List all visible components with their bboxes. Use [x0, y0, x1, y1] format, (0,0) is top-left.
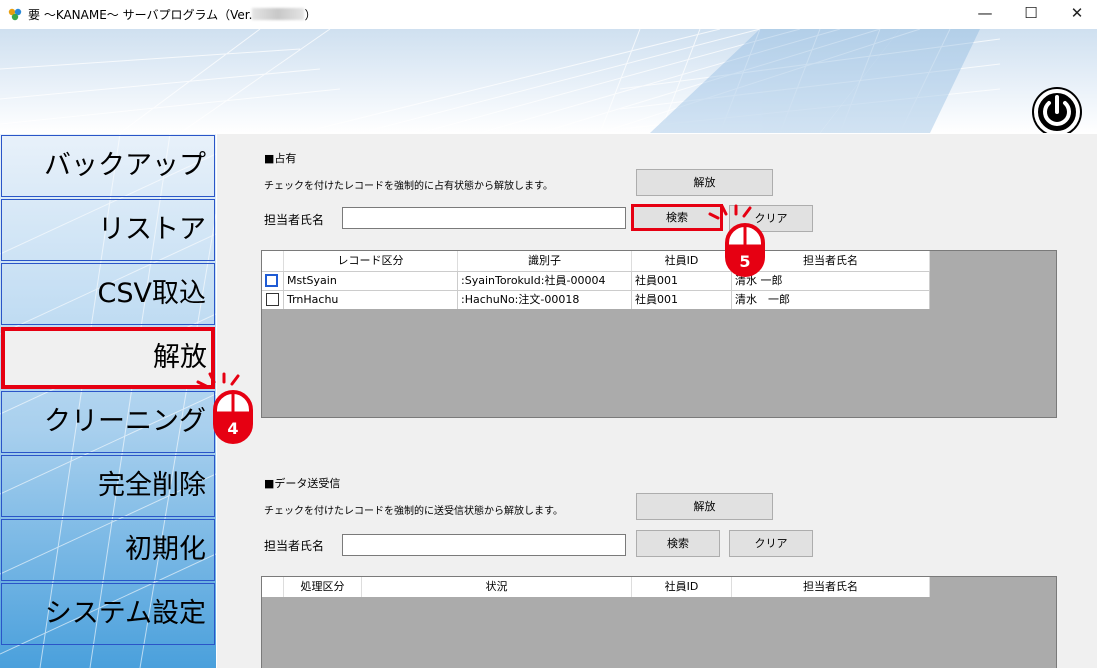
sidebar-item-restore[interactable]: リストア: [1, 199, 215, 261]
window-title: 要 〜KANAME〜 サーバプログラム（Ver.）: [28, 8, 317, 22]
column-header[interactable]: 社員ID: [632, 251, 732, 271]
occupied-release-button[interactable]: 解放: [636, 169, 773, 196]
occupied-person-label: 担当者氏名: [264, 213, 325, 227]
column-header[interactable]: 状況: [362, 577, 632, 597]
row-checkbox[interactable]: [266, 293, 279, 306]
app-logo-icon: [8, 8, 22, 21]
table-cell: TrnHachu: [284, 290, 458, 309]
step-number: 5: [739, 252, 751, 271]
occupied-description: チェックを付けたレコードを強制的に占有状態から解放します。: [264, 181, 553, 192]
sidebar: バックアップ リストア CSV取込 解放 クリーニング 完全削除 初期化 システ…: [0, 134, 216, 668]
minimize-button[interactable]: —: [962, 0, 1008, 28]
column-header[interactable]: 識別子: [458, 251, 632, 271]
column-header[interactable]: 社員ID: [632, 577, 732, 597]
sidebar-item-release[interactable]: 解放: [1, 327, 215, 389]
transfer-clear-button[interactable]: クリア: [729, 530, 813, 557]
header-banner: [0, 29, 1097, 133]
occupied-section-title: ■占有: [264, 152, 297, 165]
main-panel: ■占有 チェックを付けたレコードを強制的に占有状態から解放します。 解放 担当者…: [217, 134, 1097, 668]
occupied-person-input[interactable]: [342, 207, 626, 229]
row-checkbox[interactable]: [265, 274, 278, 287]
grid-corner: [262, 577, 284, 597]
sidebar-item-full-delete[interactable]: 完全削除: [1, 455, 215, 517]
table-cell: :SyainTorokuId:社員-00004: [458, 271, 632, 290]
building-artwork: [0, 29, 1001, 133]
transfer-section-title: ■データ送受信: [264, 477, 341, 490]
column-header[interactable]: 処理区分: [284, 577, 362, 597]
row-checkbox-cell: [262, 290, 284, 309]
transfer-release-button[interactable]: 解放: [636, 493, 773, 520]
transfer-search-button[interactable]: 検索: [636, 530, 720, 557]
table-cell: 清水 一郎: [732, 290, 930, 309]
maximize-button[interactable]: ☐: [1008, 0, 1054, 28]
column-header[interactable]: レコード区分: [284, 251, 458, 271]
close-button[interactable]: ✕: [1054, 0, 1097, 28]
column-header[interactable]: 担当者氏名: [732, 577, 930, 597]
transfer-description: チェックを付けたレコードを強制的に送受信状態から解放します。: [264, 506, 563, 517]
mouse-click-callout-5: 5: [724, 222, 766, 278]
table-cell: MstSyain: [284, 271, 458, 290]
table-cell: 社員001: [632, 271, 732, 290]
sidebar-item-system-settings[interactable]: システム設定: [1, 583, 215, 645]
table-cell: 社員001: [632, 290, 732, 309]
sidebar-item-cleaning[interactable]: クリーニング: [1, 391, 215, 453]
table-cell: :HachuNo:注文-00018: [458, 290, 632, 309]
click-burst-4: [196, 372, 240, 388]
row-checkbox-cell: [262, 271, 284, 290]
power-icon: [1034, 89, 1080, 133]
sidebar-item-backup[interactable]: バックアップ: [1, 135, 215, 197]
transfer-grid: 処理区分 状況 社員ID 担当者氏名: [261, 576, 1057, 668]
click-burst-5: [708, 204, 752, 220]
transfer-person-label: 担当者氏名: [264, 539, 325, 553]
step-number: 4: [227, 419, 239, 438]
redacted-version: [252, 8, 305, 20]
mouse-click-callout-4: 4: [212, 389, 254, 445]
power-button[interactable]: [1032, 87, 1082, 133]
grid-corner: [262, 251, 284, 271]
transfer-person-input[interactable]: [342, 534, 626, 556]
title-bar: 要 〜KANAME〜 サーバプログラム（Ver.） — ☐ ✕: [0, 0, 1097, 28]
occupied-grid: レコード区分 識別子 社員ID 担当者氏名 MstSyain :SyainTor…: [261, 250, 1057, 418]
sidebar-item-initialize[interactable]: 初期化: [1, 519, 215, 581]
sidebar-item-csv-import[interactable]: CSV取込: [1, 263, 215, 325]
